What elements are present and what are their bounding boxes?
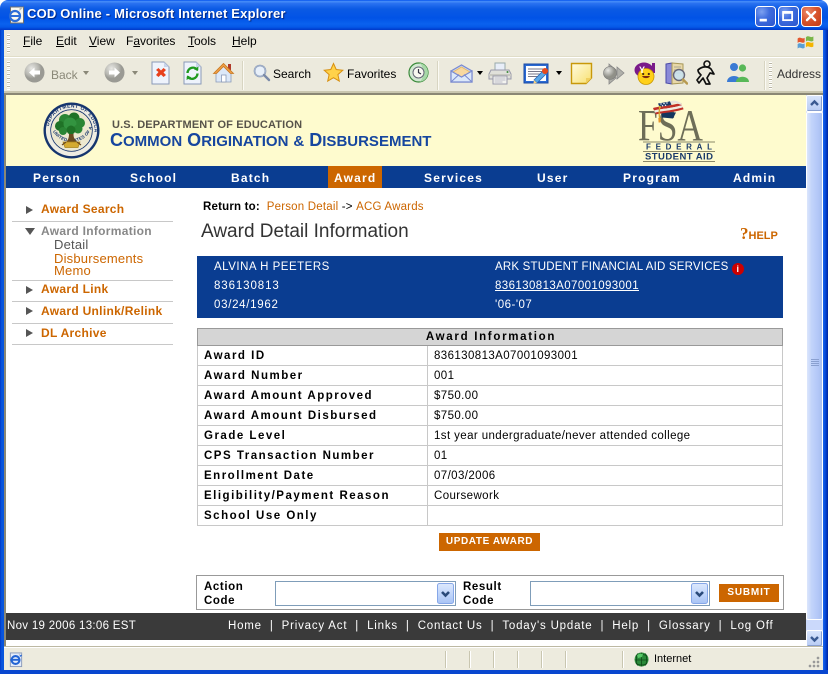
svg-text:FEDERAL: FEDERAL (646, 143, 712, 152)
svg-text:STUDENT AID: STUDENT AID (645, 152, 713, 163)
